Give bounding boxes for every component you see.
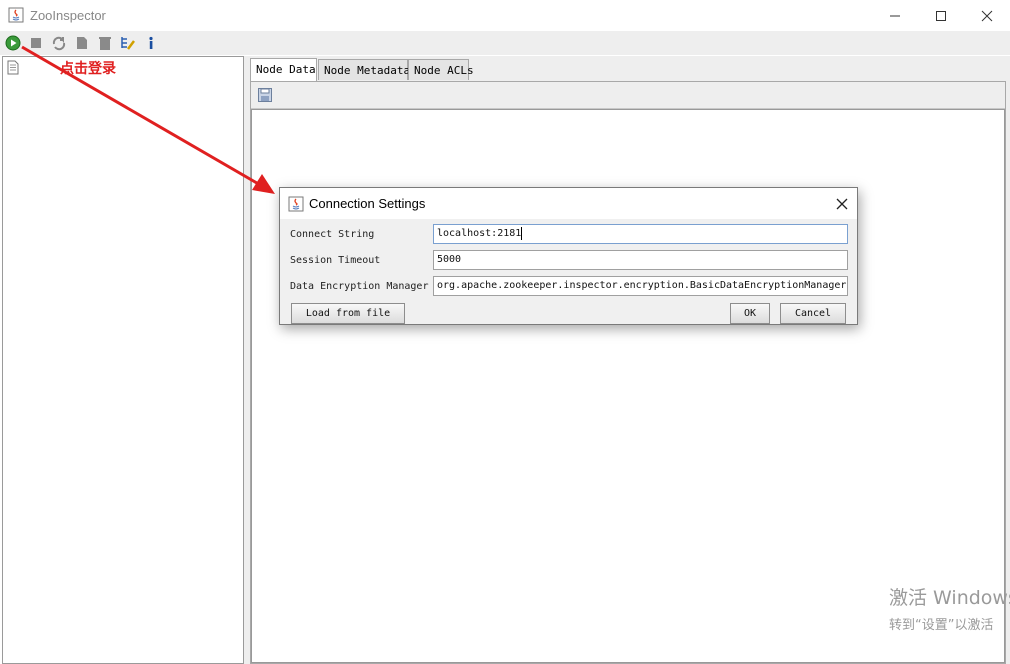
node-viewers-icon (121, 37, 135, 50)
ok-button[interactable]: OK (730, 303, 770, 324)
tab-node-data[interactable]: Node Data (250, 58, 317, 81)
window-titlebar: ZooInspector (0, 0, 1010, 31)
connect-icon (5, 35, 21, 51)
connect-string-label: Connect String (290, 229, 375, 240)
node-viewers-button[interactable] (119, 34, 137, 52)
main-toolbar (0, 31, 1010, 55)
tab-node-metadata[interactable]: Node Metadata (318, 59, 410, 80)
node-detail-panel: Node Data Node Metadata Node ACLs (248, 56, 1010, 664)
dialog-title: Connection Settings (309, 196, 426, 211)
maximize-button[interactable] (918, 0, 964, 31)
about-button[interactable] (142, 34, 160, 52)
minimize-button[interactable] (872, 0, 918, 31)
node-tree-panel[interactable] (2, 56, 244, 664)
tab-content (250, 81, 1006, 664)
data-toolbar (251, 82, 1005, 109)
refresh-button[interactable] (50, 34, 68, 52)
annotation-label: 点击登录 (60, 61, 116, 77)
disconnect-button[interactable] (27, 34, 45, 52)
session-timeout-input[interactable]: 5000 (433, 250, 848, 270)
tab-node-acls[interactable]: Node ACLs (408, 59, 474, 80)
java-app-icon (288, 196, 304, 215)
delete-node-button[interactable] (96, 34, 114, 52)
windows-activation-watermark: 激活 Windows 转到“设置”以激活 (889, 583, 1010, 633)
java-app-icon (8, 7, 24, 23)
delete-node-icon (99, 37, 111, 50)
dialog-titlebar: Connection Settings (280, 188, 857, 219)
cancel-button[interactable]: Cancel (780, 303, 846, 324)
data-encryption-manager-input[interactable]: org.apache.zookeeper.inspector.encryptio… (433, 276, 848, 296)
connect-string-input[interactable]: localhost:2181 (433, 224, 848, 244)
window-title: ZooInspector (30, 8, 106, 23)
add-node-button[interactable] (73, 34, 91, 52)
refresh-icon (52, 36, 66, 51)
watermark-line-2: 转到“设置”以激活 (889, 618, 994, 633)
close-dialog-button[interactable] (832, 194, 852, 214)
data-encryption-manager-label: Data Encryption Manager (290, 281, 429, 292)
close-window-button[interactable] (964, 0, 1010, 31)
add-node-icon (77, 37, 87, 49)
watermark-line-1: 激活 Windows (889, 587, 1010, 609)
close-icon (836, 198, 848, 210)
load-from-file-button[interactable]: Load from file (291, 303, 405, 324)
connection-settings-dialog: Connection Settings Connect String local… (279, 187, 858, 325)
save-icon[interactable] (257, 87, 273, 106)
connect-button[interactable] (4, 34, 22, 52)
disconnect-icon (31, 38, 41, 48)
session-timeout-label: Session Timeout (290, 255, 381, 266)
about-icon (149, 36, 153, 49)
document-icon[interactable] (7, 60, 19, 78)
